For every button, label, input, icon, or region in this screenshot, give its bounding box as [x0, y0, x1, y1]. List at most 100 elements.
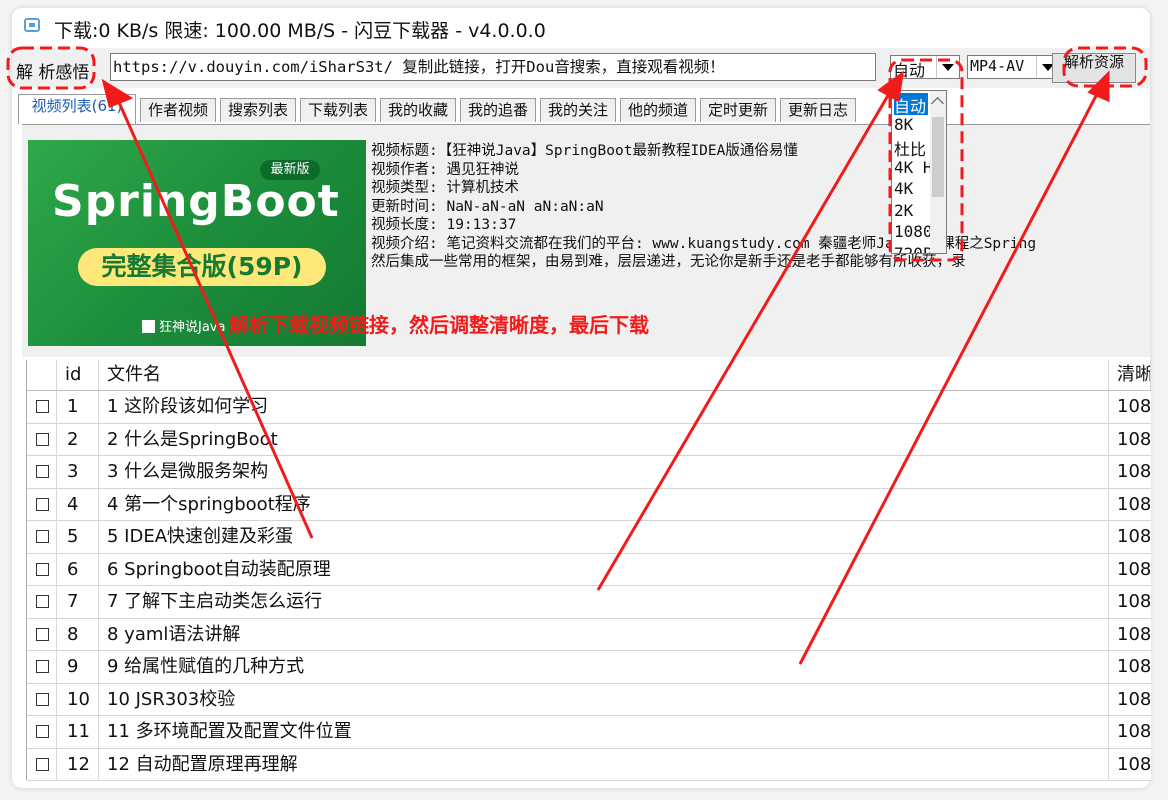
thumbnail-logo-text: 狂神说Java [159, 320, 226, 335]
quality-option[interactable]: 杜比 [894, 136, 926, 159]
row-filename: 9 给属性赋值的几种方式 [99, 651, 1109, 683]
parse-resource-button[interactable]: 解析资源 [1052, 53, 1136, 83]
annotation-caption: 解析下载视频链接，然后调整清晰度，最后下载 [229, 313, 649, 337]
row-select [27, 553, 57, 586]
format-select-value: MP4-AV [970, 57, 1025, 75]
tab-1[interactable]: 作者视频 [140, 98, 216, 122]
row-filename: 8 yaml语法讲解 [99, 618, 1109, 651]
table-row[interactable]: 10 10 JSR303校验 108 [27, 683, 1151, 716]
row-quality: 108 [1117, 526, 1151, 547]
row-select [27, 521, 57, 553]
quality-option[interactable]: 1080 [894, 222, 933, 244]
parse-label: 解 析感悟 [16, 63, 90, 83]
quality-dropdown-list[interactable]: 自动 8K 杜比 4K H 4K 2K 1080 720P [891, 90, 947, 254]
table-row[interactable]: 77 了解下主启动类怎么运行 108 [27, 586, 1151, 619]
row-checkbox[interactable] [36, 692, 49, 706]
row-quality: 108 [1117, 461, 1151, 482]
window-title: 下载:0 KB/s 限速: 100.00 MB/S - 闪豆下载器 - v4.0… [54, 20, 546, 42]
tab-5[interactable]: 我的追番 [460, 98, 536, 122]
row-select [27, 488, 57, 521]
table-row[interactable]: 88 yaml语法讲解 108 [27, 618, 1151, 651]
row-checkbox[interactable] [36, 627, 49, 641]
row-checkbox[interactable] [36, 660, 49, 673]
quality-option[interactable]: 4K H [894, 158, 933, 180]
row-checkbox[interactable] [36, 725, 49, 738]
app-logo-icon [24, 18, 40, 32]
title-bar: 下载:0 KB/s 限速: 100.00 MB/S - 闪豆下载器 - v4.0… [12, 8, 1150, 48]
row-checkbox[interactable] [36, 465, 49, 478]
logo-icon [142, 320, 155, 333]
row-quality: 108 [1117, 688, 1151, 710]
format-select[interactable]: MP4-AV [967, 55, 1060, 79]
row-select [27, 748, 57, 781]
table-row[interactable]: 99 给属性赋值的几种方式 108 [27, 651, 1151, 684]
tab-2[interactable]: 搜索列表 [220, 98, 296, 122]
row-quality: 108 [1117, 721, 1151, 742]
thumbnail-title: SpringBoot [52, 176, 340, 227]
chevron-up-icon[interactable] [931, 97, 944, 110]
quality-option[interactable]: 自动 [894, 93, 929, 116]
row-checkbox[interactable] [36, 757, 49, 771]
row-quality: 108 [1117, 396, 1151, 417]
table-row[interactable]: 11 这阶段该如何学习 108 [27, 391, 1151, 424]
row-quality: 108 [1117, 591, 1151, 612]
quality-option[interactable]: 4K [894, 179, 913, 201]
video-table: id 文件名 清晰 11 这阶段该如何学习 108 2 2 什么是SpringBoot… [26, 360, 1151, 781]
row-checkbox[interactable] [36, 432, 49, 446]
row-select [27, 391, 57, 423]
row-id: 4 [57, 488, 99, 521]
dropdown-scrollbar[interactable] [930, 91, 946, 253]
table-row[interactable]: 66 Springboot自动装配原理 108 [27, 553, 1151, 586]
row-filename: 1 这阶段该如何学习 [99, 391, 1109, 423]
row-select [27, 618, 57, 651]
row-checkbox[interactable] [36, 400, 49, 413]
tab-4[interactable]: 我的收藏 [380, 98, 456, 122]
scrollbar-thumb[interactable] [932, 117, 944, 197]
row-filename: 7 了解下主启动类怎么运行 [99, 586, 1109, 618]
tab-7[interactable]: 他的频道 [620, 98, 696, 122]
row-filename: 5 IDEA快速创建及彩蛋 [99, 521, 1109, 553]
table-row[interactable]: 11 11 多环境配置及配置文件位置 108 [27, 716, 1151, 749]
tab-9[interactable]: 更新日志 [780, 98, 856, 122]
tab-6[interactable]: 我的关注 [540, 98, 616, 122]
column-header-quality[interactable]: 清晰 [1109, 360, 1151, 390]
row-id: 6 [57, 553, 99, 586]
row-checkbox[interactable] [36, 497, 49, 511]
column-header-filename[interactable]: 文件名 [99, 360, 1109, 390]
row-quality: 108 [1117, 428, 1151, 450]
table-header: id 文件名 清晰 [27, 360, 1151, 391]
thumbnail-logo: 狂神说Java [142, 316, 225, 335]
row-id: 12 [57, 748, 99, 781]
chevron-down-icon[interactable] [936, 56, 959, 78]
table-row[interactable]: 33 什么是微服务架构 108 [27, 456, 1151, 489]
quality-option[interactable]: 720P [894, 244, 933, 254]
row-select [27, 586, 57, 618]
quality-option[interactable]: 2K [894, 201, 913, 223]
row-select [27, 716, 57, 748]
tab-0[interactable]: 视频列表(61) [18, 94, 136, 124]
row-id: 9 [57, 651, 99, 683]
table-row[interactable]: 12 12 自动配置原理再理解 108 [27, 748, 1151, 781]
row-quality: 108 [1117, 753, 1151, 775]
row-select [27, 456, 57, 488]
url-input[interactable]: https://v.douyin.com/iSharS3t/ 复制此链接，打开D… [110, 53, 876, 81]
row-filename: 6 Springboot自动装配原理 [99, 553, 1109, 586]
table-row[interactable]: 55 IDEA快速创建及彩蛋 108 [27, 521, 1151, 554]
quality-select[interactable]: 自动 [890, 55, 960, 79]
quality-option[interactable]: 8K [894, 115, 913, 137]
info-intro-2: 然后集成一些常用的框架，由易到难，层层递进，无论你是新手还是老手都能够有所收获，… [371, 254, 966, 270]
row-id: 11 [57, 716, 99, 748]
table-row[interactable]: 22 什么是SpringBoot 108 [27, 423, 1151, 456]
row-filename: 4 第一个springboot程序 [99, 488, 1109, 521]
row-id: 3 [57, 456, 99, 488]
column-header-id[interactable]: id [57, 360, 99, 390]
row-id: 7 [57, 586, 99, 618]
tab-8[interactable]: 定时更新 [700, 98, 776, 122]
row-checkbox[interactable] [36, 530, 49, 543]
row-checkbox[interactable] [36, 562, 49, 576]
table-row[interactable]: 44 第一个springboot程序 108 [27, 488, 1151, 521]
row-select [27, 683, 57, 716]
tab-3[interactable]: 下载列表 [300, 98, 376, 122]
row-checkbox[interactable] [36, 595, 49, 608]
row-quality: 108 [1117, 558, 1151, 580]
